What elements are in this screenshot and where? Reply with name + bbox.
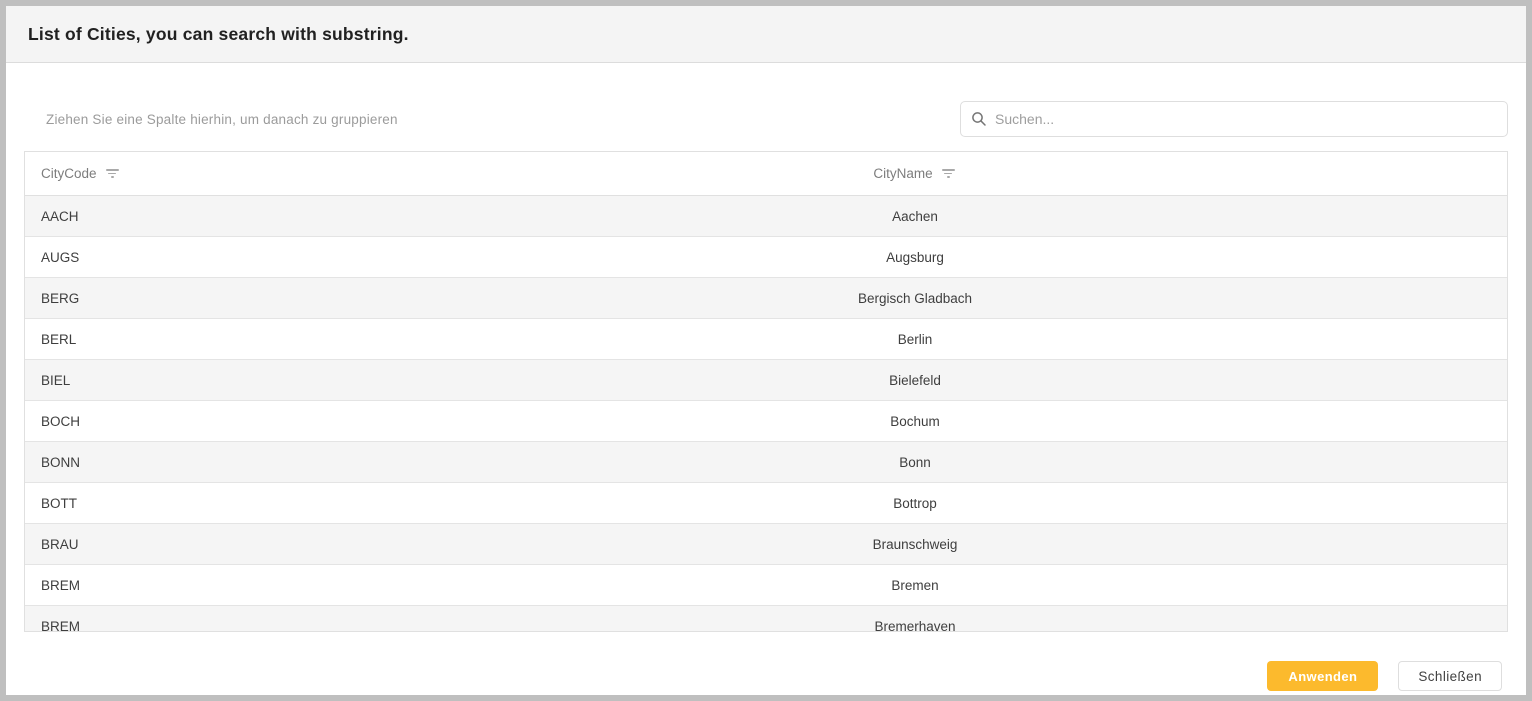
- grid-toolbar: Ziehen Sie eine Spalte hierhin, um danac…: [24, 101, 1508, 137]
- city-name-cell: Bochum: [323, 414, 1507, 429]
- dialog-body: Ziehen Sie eine Spalte hierhin, um danac…: [6, 63, 1526, 695]
- search-icon: [971, 111, 987, 127]
- city-code-cell: BREM: [25, 619, 323, 633]
- table-row[interactable]: BREM Bremen: [25, 565, 1507, 606]
- cityname-header-filter-icon[interactable]: [940, 167, 957, 180]
- column-header-cityname-label: CityName: [873, 166, 932, 181]
- city-name-cell: Bremerhaven: [323, 619, 1507, 633]
- column-header-citycode[interactable]: CityCode: [25, 166, 323, 181]
- city-name-cell: Bonn: [323, 455, 1507, 470]
- dialog-title: List of Cities, you can search with subs…: [28, 24, 409, 45]
- city-code-cell: BOTT: [25, 496, 323, 511]
- citycode-header-filter-icon[interactable]: [104, 167, 121, 180]
- search-input[interactable]: [995, 111, 1497, 127]
- cities-dialog: List of Cities, you can search with subs…: [0, 0, 1532, 701]
- city-code-cell: BOCH: [25, 414, 323, 429]
- grid-rows: AACH Aachen AUGS Augsburg BERG Bergisch …: [25, 196, 1507, 632]
- column-header-cityname[interactable]: CityName: [323, 166, 1507, 181]
- table-row[interactable]: AACH Aachen: [25, 196, 1507, 237]
- city-name-cell: Aachen: [323, 209, 1507, 224]
- city-name-cell: Berlin: [323, 332, 1507, 347]
- table-row[interactable]: BRAU Braunschweig: [25, 524, 1507, 565]
- city-code-cell: BRAU: [25, 537, 323, 552]
- close-button[interactable]: Schließen: [1398, 661, 1502, 691]
- cities-grid: CityCode CityName: [24, 151, 1508, 632]
- city-name-cell: Bielefeld: [323, 373, 1507, 388]
- dialog-footer: Anwenden Schließen: [24, 661, 1508, 691]
- group-panel[interactable]: Ziehen Sie eine Spalte hierhin, um danac…: [24, 112, 398, 127]
- city-name-cell: Augsburg: [323, 250, 1507, 265]
- table-row[interactable]: BREM Bremerhaven: [25, 606, 1507, 632]
- city-name-cell: Bergisch Gladbach: [323, 291, 1507, 306]
- city-code-cell: BERL: [25, 332, 323, 347]
- table-row[interactable]: BOTT Bottrop: [25, 483, 1507, 524]
- city-code-cell: AUGS: [25, 250, 323, 265]
- city-code-cell: BERG: [25, 291, 323, 306]
- city-name-cell: Bremen: [323, 578, 1507, 593]
- city-code-cell: BREM: [25, 578, 323, 593]
- table-row[interactable]: BIEL Bielefeld: [25, 360, 1507, 401]
- table-row[interactable]: AUGS Augsburg: [25, 237, 1507, 278]
- city-name-cell: Bottrop: [323, 496, 1507, 511]
- city-code-cell: BIEL: [25, 373, 323, 388]
- table-row[interactable]: BOCH Bochum: [25, 401, 1507, 442]
- table-row[interactable]: BERG Bergisch Gladbach: [25, 278, 1507, 319]
- grid-header-row: CityCode CityName: [25, 152, 1507, 196]
- table-row[interactable]: BERL Berlin: [25, 319, 1507, 360]
- city-code-cell: AACH: [25, 209, 323, 224]
- city-name-cell: Braunschweig: [323, 537, 1507, 552]
- dialog-titlebar: List of Cities, you can search with subs…: [6, 6, 1526, 63]
- city-code-cell: BONN: [25, 455, 323, 470]
- apply-button[interactable]: Anwenden: [1267, 661, 1378, 691]
- table-row[interactable]: BONN Bonn: [25, 442, 1507, 483]
- search-box[interactable]: [960, 101, 1508, 137]
- column-header-citycode-label: CityCode: [41, 166, 97, 181]
